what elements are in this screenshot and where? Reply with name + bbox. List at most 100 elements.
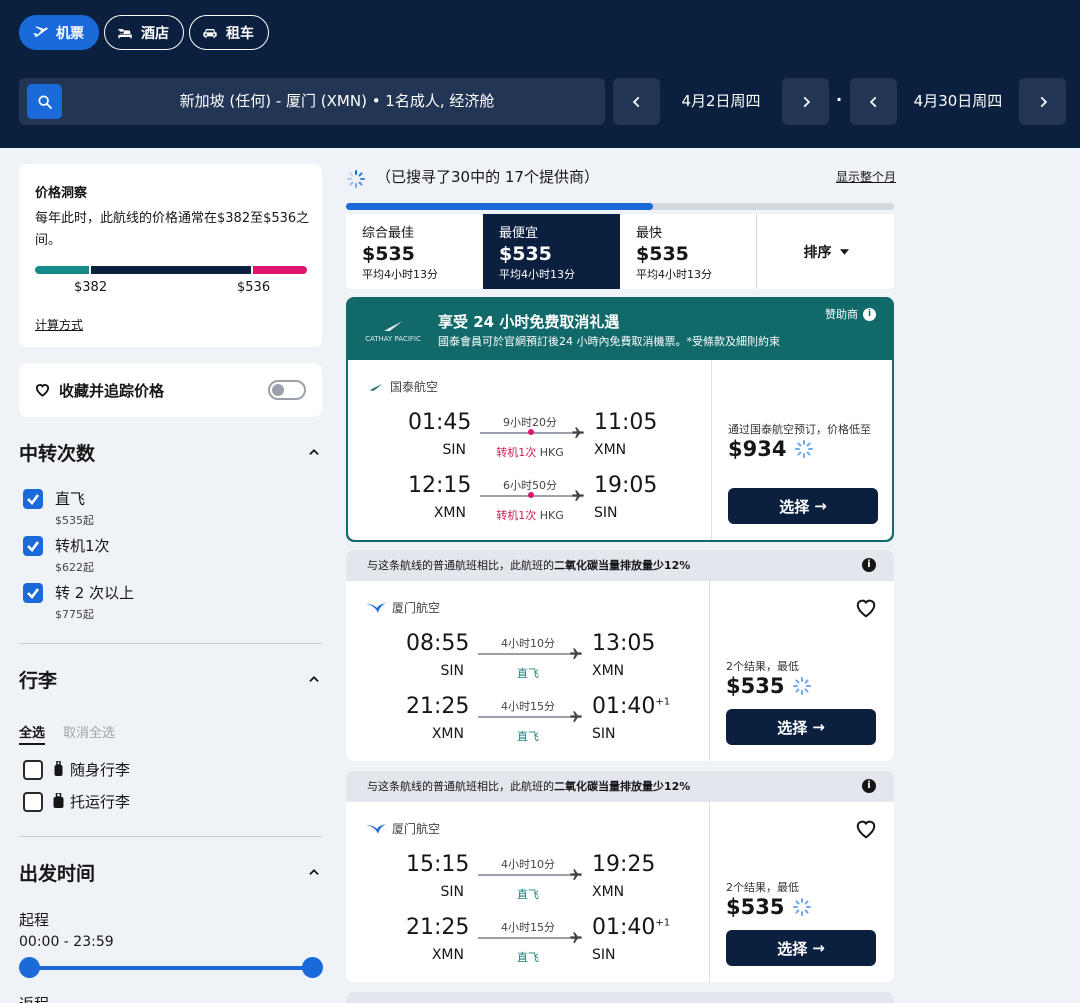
chevron-up-icon[interactable] <box>307 445 321 459</box>
divider <box>711 360 712 540</box>
plane-icon <box>572 427 584 438</box>
price-insight-title: 价格洞察 <box>35 186 88 201</box>
chevron-up-icon[interactable] <box>307 672 321 686</box>
sort-tab-cheapest[interactable]: 最便宜 $535 平均4小时13分 <box>483 214 620 289</box>
sort-tab-price: $535 <box>362 243 415 265</box>
price-row: $535 <box>726 895 876 919</box>
xiamen-air-icon <box>366 823 386 834</box>
sponsored-title: 享受 24 小时免费取消礼遇 <box>438 313 620 331</box>
dep-airport: XMN <box>433 505 466 521</box>
deselect-all-link[interactable]: 取消全选 <box>63 722 115 741</box>
price-note: 通过国泰航空预订，价格低至 <box>728 423 871 436</box>
flight-result-card-partial[interactable] <box>346 992 894 1003</box>
divider <box>19 643 322 644</box>
flight-result-card[interactable]: 与这条航线的普通航班相比，此航班的二氧化碳当量排放量少12% i 厦门航空 08… <box>346 550 894 761</box>
select-flight-button[interactable]: 选择 → <box>728 488 878 524</box>
airline-name: 厦门航空 <box>366 599 440 616</box>
checkmark-icon <box>27 541 40 552</box>
sort-tab-name: 最便宜 <box>499 226 539 241</box>
flight-body: 厦门航空 15:15 SIN 4小时10分 直飞 19:25 XMN 21:25… <box>346 802 894 982</box>
return-next-button[interactable] <box>1019 78 1066 125</box>
tab-hotels[interactable]: 酒店 <box>104 15 184 50</box>
tab-cars-label: 租车 <box>226 25 254 42</box>
sort-dropdown[interactable]: 排序 <box>758 214 894 289</box>
plane-icon <box>570 932 582 943</box>
info-icon: i <box>863 307 876 321</box>
select-flight-button[interactable]: 选择 → <box>726 709 876 745</box>
stops-count: 直飞 <box>517 888 539 901</box>
return-date[interactable]: 4月30日周四 <box>903 78 1013 125</box>
arr-airport: SIN <box>592 947 616 963</box>
track-price-toggle[interactable] <box>268 380 306 400</box>
arr-time-wrap: 01:40+1 <box>592 694 670 719</box>
dep-time: 15:15 <box>406 852 470 877</box>
chevron-up-icon[interactable] <box>307 865 321 879</box>
stop-airport: HKG <box>539 509 564 522</box>
route-line <box>478 716 570 718</box>
stop-airport: HKG <box>539 446 564 459</box>
flight-body: 厦门航空 08:55 SIN 4小时10分 直飞 13:05 XMN 21:25… <box>346 581 894 761</box>
info-icon[interactable]: i <box>862 779 876 793</box>
chevron-right-icon <box>1040 96 1047 107</box>
sort-tab-fastest[interactable]: 最快 $535 平均4小时13分 <box>620 214 756 289</box>
sponsored-text: 國泰會員可於官網預訂後24 小時內免費取消機票。*受條款及細則約束 <box>438 335 780 348</box>
select-flight-button[interactable]: 选择 → <box>726 930 876 966</box>
stops-one-checkbox[interactable] <box>23 536 43 556</box>
flight-result-card[interactable]: 与这条航线的普通航班相比，此航班的二氧化碳当量排放量少12% i 厦门航空 15… <box>346 771 894 982</box>
show-full-month-link[interactable]: 显示整个月 <box>836 168 896 185</box>
tab-flights[interactable]: 机票 <box>19 15 99 50</box>
depart-date[interactable]: 4月2日周四 <box>666 78 776 125</box>
select-label: 选择 <box>777 939 808 958</box>
outbound-time-label: 起程 <box>19 911 50 929</box>
airline-label: 厦门航空 <box>392 822 441 836</box>
tab-cars[interactable]: 租车 <box>189 15 269 50</box>
depart-prev-button[interactable] <box>613 78 660 125</box>
stops-one-label: 转机1次 <box>55 537 110 555</box>
sponsored-card[interactable]: CATHAY PACIFIC 享受 24 小时免费取消礼遇 國泰會員可於官網預訂… <box>346 297 894 542</box>
select-all-link[interactable]: 全选 <box>19 722 46 745</box>
emissions-text: 与这条航线的普通航班相比，此航班的 <box>367 559 554 572</box>
search-button[interactable] <box>27 84 62 119</box>
heart-icon[interactable] <box>855 597 877 619</box>
select-label: 选择 <box>779 497 810 516</box>
top-header: 机票 酒店 租车 新加坡 (任何) - 厦门 (XMN) • 1名成人, 经济舱… <box>0 0 1080 148</box>
carry-on-bag-icon <box>54 761 63 776</box>
dep-time: 01:45 <box>408 410 472 435</box>
carry-on-checkbox[interactable] <box>23 760 43 780</box>
price-note: 2个结果，最低 <box>726 660 799 673</box>
stops-count: 直飞 <box>517 730 539 743</box>
outbound-time-slider-end[interactable] <box>302 957 323 978</box>
stops-two-plus-checkbox[interactable] <box>23 583 43 603</box>
plane-icon <box>570 711 582 722</box>
dep-airport: SIN <box>440 663 465 679</box>
depart-next-button[interactable] <box>782 78 829 125</box>
search-summary-bar[interactable]: 新加坡 (任何) - 厦门 (XMN) • 1名成人, 经济舱 <box>19 78 605 125</box>
price-note: 2个结果，最低 <box>726 881 799 894</box>
flight-leg-return: 21:25 XMN 4小时15分 直飞 01:40+1 SIN <box>346 694 709 754</box>
outbound-time-slider-track[interactable] <box>29 966 313 970</box>
info-icon[interactable]: i <box>862 558 876 572</box>
heart-icon[interactable] <box>855 818 877 840</box>
sort-tab-best[interactable]: 综合最佳 $535 平均4小时13分 <box>346 214 482 289</box>
price-row: $535 <box>726 674 876 698</box>
divider <box>756 214 757 289</box>
caret-down-icon <box>839 248 849 255</box>
baggage-section-title: 行李 <box>19 670 58 692</box>
stops-count: 直飞 <box>517 951 539 964</box>
sort-tab-duration: 平均4小时13分 <box>499 268 575 281</box>
emissions-banner: 与这条航线的普通航班相比，此航班的二氧化碳当量排放量少12% i <box>346 771 894 802</box>
dep-time: 21:25 <box>406 915 470 940</box>
outbound-time-slider-start[interactable] <box>19 957 40 978</box>
arr-time: 13:05 <box>592 631 656 656</box>
sponsored-tag[interactable]: 赞助商 i <box>825 306 876 322</box>
emissions-highlight: 二氧化碳当量排放量少12% <box>554 780 691 793</box>
next-day-marker: +1 <box>655 917 671 929</box>
price-row: $934 <box>728 437 878 461</box>
emissions-highlight: 二氧化碳当量排放量少12% <box>554 559 691 572</box>
checked-bag-checkbox[interactable] <box>23 792 43 812</box>
stops-direct-checkbox[interactable] <box>23 489 43 509</box>
return-prev-button[interactable] <box>850 78 897 125</box>
checked-bag-icon <box>53 793 64 808</box>
airline-label: 国泰航空 <box>390 380 439 394</box>
calculation-link[interactable]: 计算方式 <box>35 316 83 333</box>
